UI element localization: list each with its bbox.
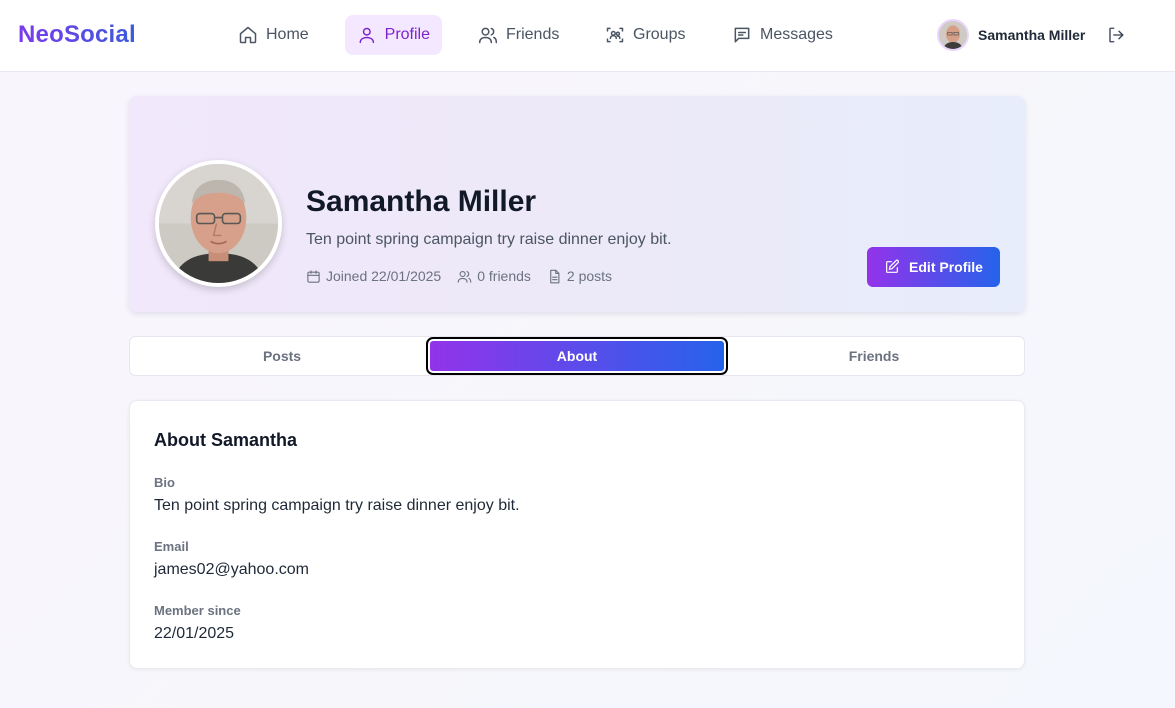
profile-name: Samantha Miller bbox=[306, 185, 537, 218]
edit-profile-label: Edit Profile bbox=[909, 259, 983, 275]
home-icon bbox=[239, 26, 257, 44]
profile-bio: Ten point spring campaign try raise dinn… bbox=[306, 231, 672, 248]
nav-item-label: Profile bbox=[384, 26, 430, 43]
profile-stats: Joined 22/01/2025 0 friends 2 posts bbox=[306, 268, 612, 284]
nav-item-messages[interactable]: Messages bbox=[720, 15, 845, 55]
nav-item-label: Home bbox=[266, 26, 309, 43]
current-user[interactable]: Samantha Miller bbox=[937, 18, 1085, 52]
brand-logo[interactable]: NeoSocial bbox=[18, 21, 136, 49]
edit-profile-button[interactable]: Edit Profile bbox=[867, 247, 1000, 287]
about-section: About Samantha Bio Ten point spring camp… bbox=[129, 400, 1025, 669]
top-nav: NeoSocial Home Profile Friends Groups Me… bbox=[0, 0, 1175, 72]
nav-item-profile[interactable]: Profile bbox=[345, 15, 442, 55]
profile-photo bbox=[159, 164, 278, 283]
about-title: About Samantha bbox=[154, 430, 298, 450]
email-value: james02@yahoo.com bbox=[154, 561, 309, 578]
posts-count: 2 posts bbox=[566, 268, 613, 284]
bio-label: Bio bbox=[154, 475, 175, 490]
profile-header: Samantha Miller Ten point spring campaig… bbox=[129, 96, 1025, 312]
nav-item-home[interactable]: Home bbox=[226, 15, 321, 55]
profile-tabs: Posts About Friends bbox=[129, 336, 1025, 376]
logout-button[interactable] bbox=[1107, 26, 1127, 46]
bio-value: Ten point spring campaign try raise dinn… bbox=[154, 497, 520, 514]
user-icon bbox=[359, 27, 375, 44]
friends-count: 0 friends bbox=[477, 268, 531, 284]
users-icon bbox=[478, 27, 498, 44]
profile-avatar[interactable] bbox=[155, 160, 282, 287]
document-icon bbox=[550, 269, 560, 283]
nav-item-label: Messages bbox=[760, 26, 833, 43]
users-icon bbox=[457, 270, 472, 283]
posts-stat: 2 posts bbox=[547, 268, 612, 284]
tab-friends[interactable]: Friends bbox=[726, 337, 1022, 375]
current-user-name: Samantha Miller bbox=[978, 27, 1086, 43]
logout-icon bbox=[1109, 27, 1124, 43]
member-since-label: Member since bbox=[154, 603, 241, 618]
edit-icon bbox=[886, 259, 900, 273]
avatar-photo bbox=[939, 21, 967, 49]
tab-about[interactable]: About bbox=[426, 337, 728, 375]
nav-item-label: Friends bbox=[506, 26, 560, 43]
calendar-icon bbox=[307, 269, 320, 283]
member-since-value: 22/01/2025 bbox=[154, 625, 235, 642]
nav-item-label: Groups bbox=[633, 26, 686, 43]
email-label: Email bbox=[154, 539, 189, 554]
nav-item-friends[interactable]: Friends bbox=[466, 15, 571, 55]
group-scan-icon bbox=[606, 27, 624, 43]
tab-posts[interactable]: Posts bbox=[134, 337, 430, 375]
friends-stat: 0 friends bbox=[457, 268, 531, 284]
joined-stat: Joined 22/01/2025 bbox=[306, 268, 441, 284]
nav-item-groups[interactable]: Groups bbox=[593, 15, 697, 55]
avatar[interactable] bbox=[937, 19, 969, 51]
joined-text: Joined 22/01/2025 bbox=[326, 268, 442, 284]
message-square-icon bbox=[734, 27, 750, 43]
